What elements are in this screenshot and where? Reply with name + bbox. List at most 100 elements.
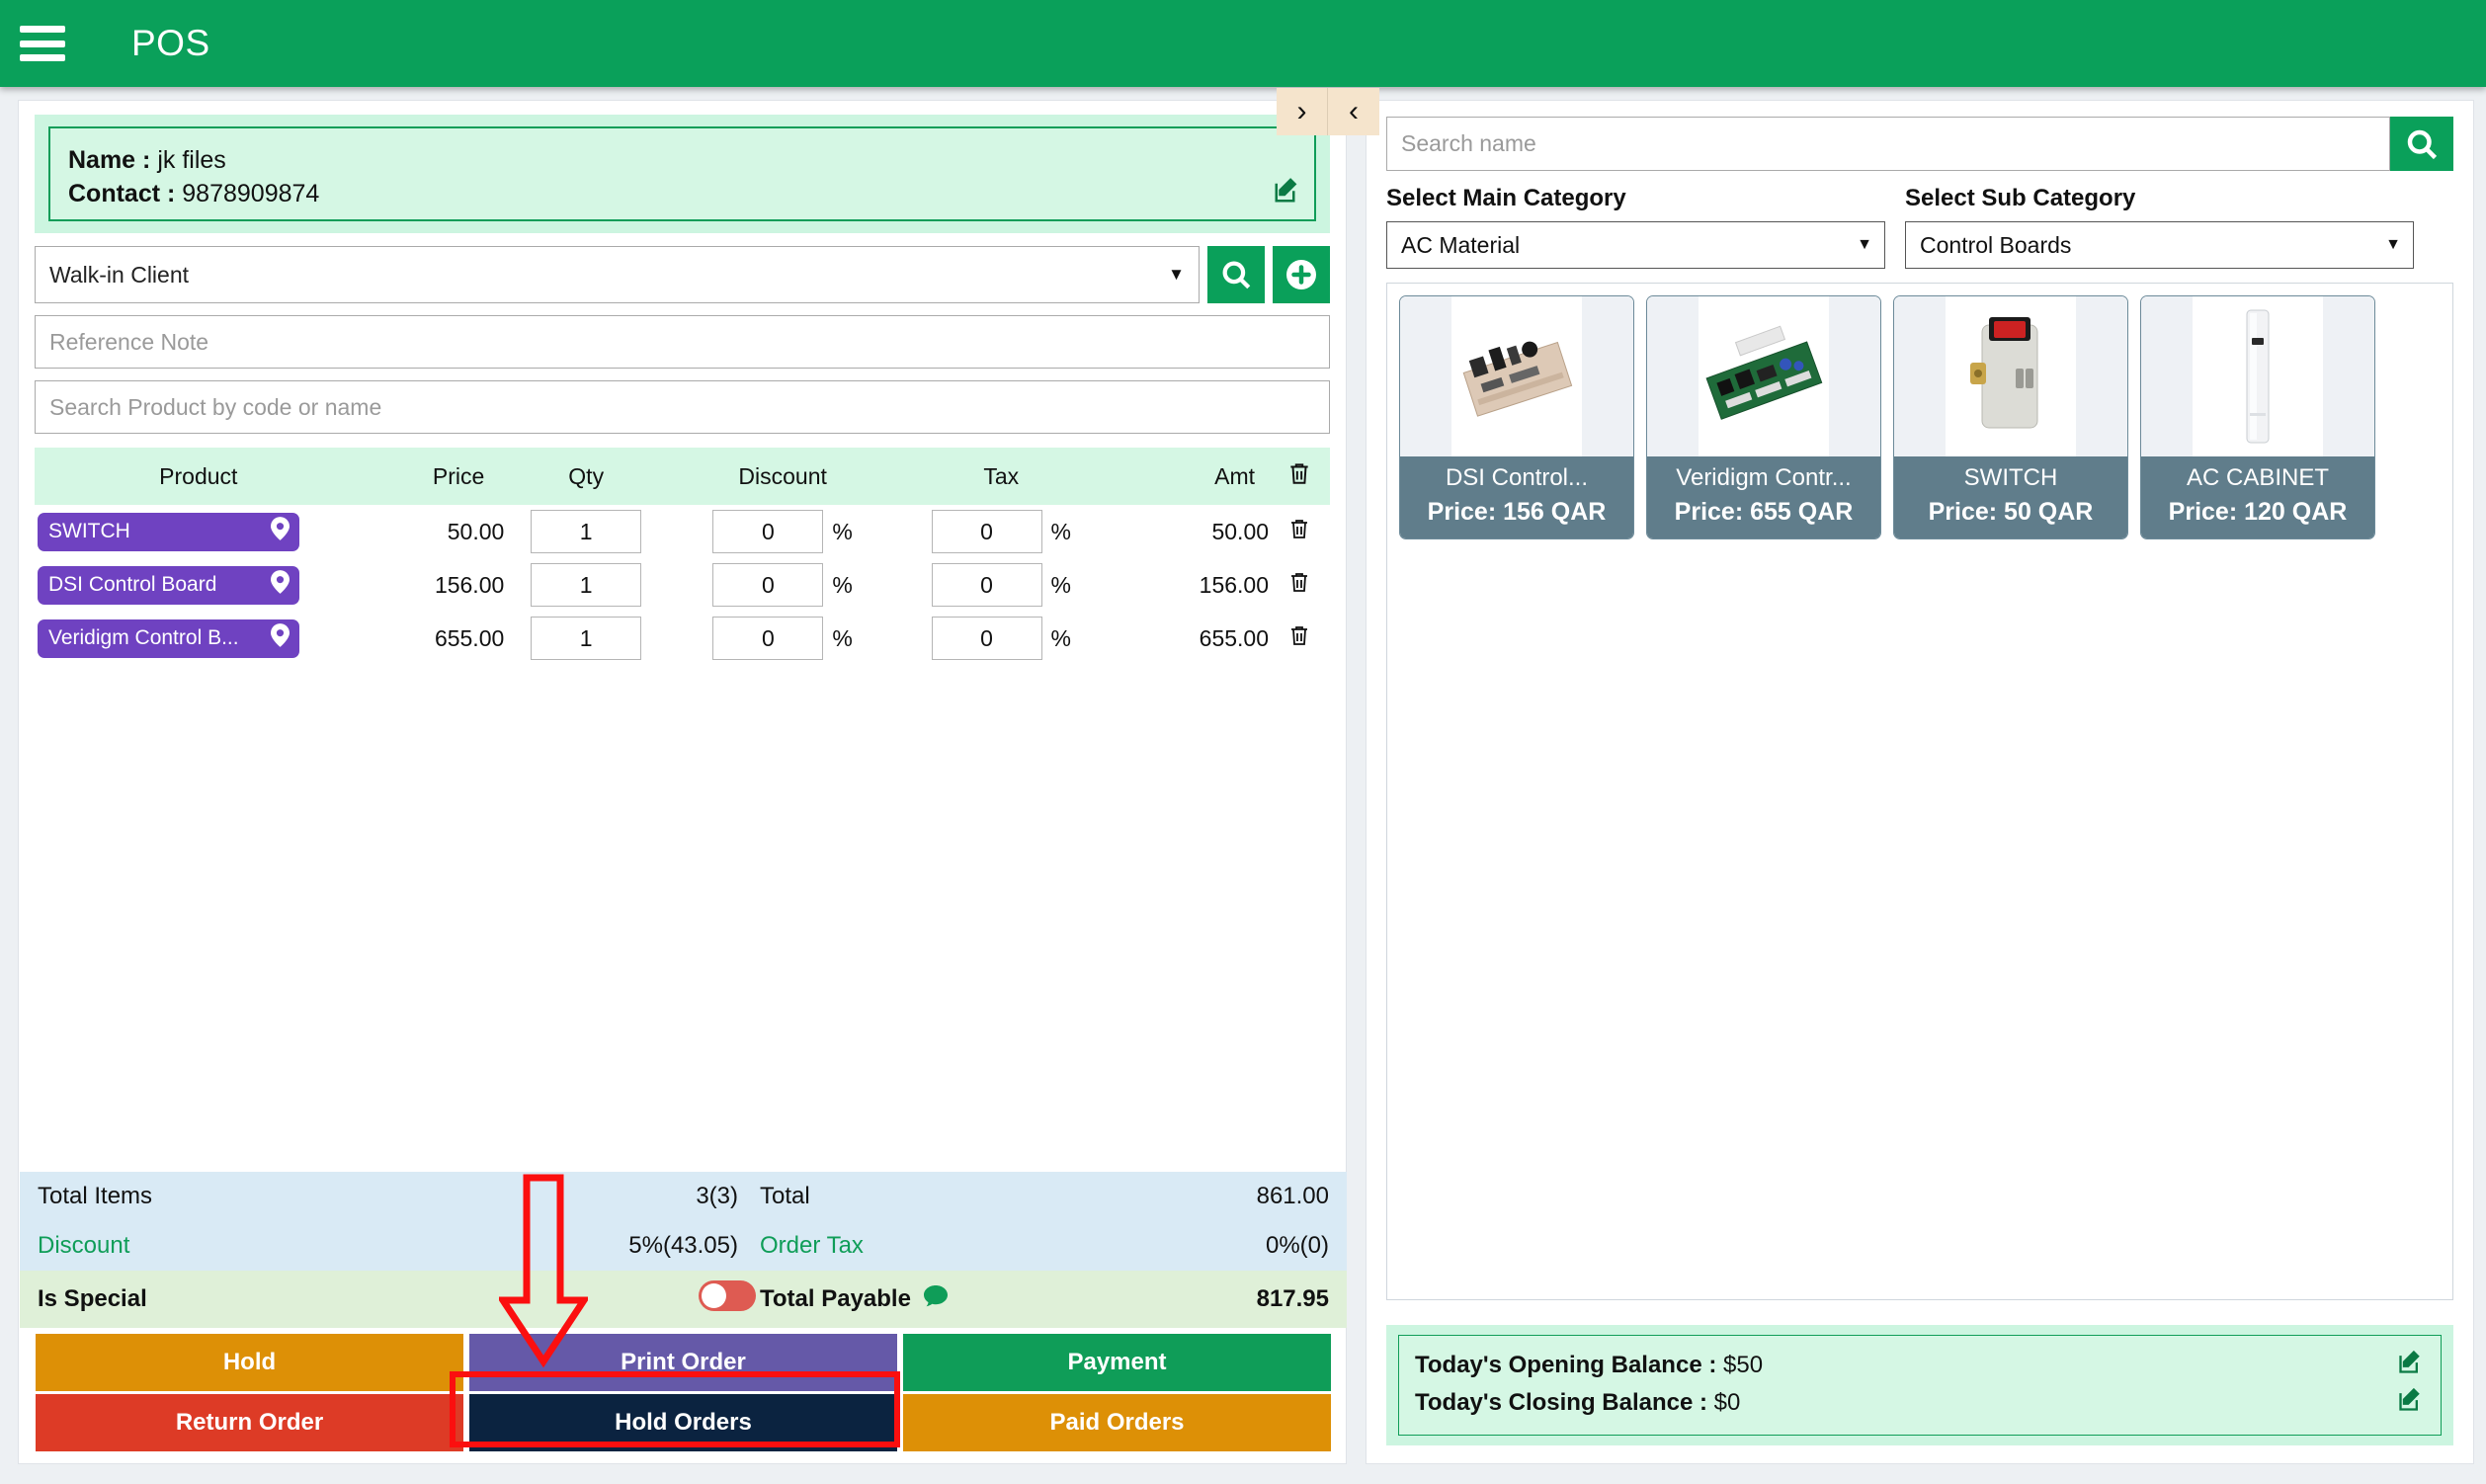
col-qty: Qty [504,448,669,505]
category-selects: AC Material ▼ Control Boards ▼ [1386,221,2453,269]
discount-input[interactable]: 0 [712,617,824,660]
main-category-value: AC Material [1401,231,1521,258]
chat-bubble-icon[interactable] [923,1284,949,1315]
cell-qty: 1 [504,612,668,665]
product-card[interactable]: SWITCH Price: 50 QAR [1893,295,2128,539]
customer-contact-label: Contact : [68,179,176,207]
rocker-switch-image [1894,296,2127,456]
location-pin-icon [271,517,290,546]
opening-balance-value: $50 [1723,1352,1764,1379]
hamburger-icon[interactable] [20,26,65,61]
page-title: POS [131,23,210,63]
client-select[interactable]: Walk-in Client ▼ [35,246,1200,303]
delete-row-icon[interactable] [1269,612,1330,665]
discount-unit: % [832,571,853,598]
cell-amount: 50.00 [1211,518,1270,544]
edit-icon[interactable] [2397,1348,2425,1385]
print-order-button[interactable]: Print Order [469,1334,897,1391]
location-pin-icon [271,570,290,600]
col-discount: Discount [668,448,898,505]
closing-balance-line: Today's Closing Balance : $0 [1415,1385,2425,1423]
sub-category-label: Select Sub Category [1905,185,2136,211]
customer-name-line: Name : jk files [68,144,1296,178]
delete-row-icon[interactable] [1269,505,1330,558]
customer-name-label: Name : [68,146,151,174]
return-order-button[interactable]: Return Order [36,1394,463,1451]
opening-balance-text: Today's Opening Balance : $50 [1415,1349,1763,1383]
discount-label[interactable]: Discount [20,1232,385,1260]
total-items-label: Total Items [38,1183,153,1209]
total-label: Total [760,1183,810,1209]
paid-orders-button[interactable]: Paid Orders [903,1394,1331,1451]
add-client-button[interactable] [1273,246,1330,303]
tax-unit: % [1050,624,1071,651]
product-card-meta: DSI Control... Price: 156 QAR [1400,456,1633,538]
chevron-left-icon[interactable]: ‹ [1328,88,1379,135]
delete-row-icon[interactable] [1269,558,1330,612]
product-card[interactable]: DSI Control... Price: 156 QAR [1399,295,1634,539]
balance-box: Today's Opening Balance : $50 Today's Cl… [1398,1334,2442,1436]
hold-orders-button[interactable]: Hold Orders [469,1394,897,1451]
cell-qty: 1 [504,558,668,612]
total-items-value: 3(3) [696,1183,738,1209]
delete-all-icon[interactable] [1269,448,1330,505]
is-special-label: Is Special [38,1285,147,1312]
product-search-input[interactable]: Search Product by code or name [35,380,1330,434]
product-card[interactable]: Veridigm Contr... Price: 655 QAR [1646,295,1881,539]
discount-input[interactable]: 0 [712,563,824,607]
chevron-down-icon: ▼ [1857,236,1872,253]
order-tax-label[interactable]: Order Tax [756,1232,1121,1260]
search-client-button[interactable] [1207,246,1265,303]
discount-value: 5%(43.05) [628,1232,738,1259]
chevron-down-icon: ▼ [2385,236,2401,253]
totals-row-discount: Discount 5%(43.05) Order Tax 0%(0) [20,1221,1347,1271]
product-tag[interactable]: DSI Control Board [38,565,299,605]
total-value: 861.00 [1256,1183,1329,1209]
product-card[interactable]: AC CABINET Price: 120 QAR [2140,295,2375,539]
tax-unit: % [1050,518,1071,544]
col-product: Product [35,448,363,505]
col-price: Price [362,448,505,505]
product-name: DSI Control Board [48,573,217,596]
is-special-toggle[interactable] [699,1280,756,1311]
chevron-right-icon[interactable]: › [1277,88,1328,135]
total-payable-cell: Total Payable [756,1284,1121,1315]
cell-tax: 0 % [897,558,1105,612]
category-labels: Select Main Category Select Sub Category [1386,185,2453,212]
product-tag[interactable]: SWITCH [38,512,299,551]
qty-input[interactable]: 1 [531,563,642,607]
main-category-label: Select Main Category [1386,185,1626,211]
sub-category-select[interactable]: Control Boards ▼ [1905,221,2414,269]
search-input[interactable]: Search name [1386,117,2390,171]
search-button[interactable] [2390,117,2453,171]
qty-input[interactable]: 1 [531,510,642,553]
order-tax-value: 0%(0) [1265,1232,1329,1259]
product-card-meta: SWITCH Price: 50 QAR [1894,456,2127,538]
product-card-name: Veridigm Contr... [1676,464,1852,491]
tax-input[interactable]: 0 [931,617,1042,660]
action-row-2: Return Order Hold Orders Paid Orders [36,1394,1331,1451]
customer-info-section: Name : jk files Contact : 9878909874 [35,115,1330,233]
location-pin-icon [271,623,290,653]
edit-icon[interactable] [2397,1385,2425,1423]
discount-input[interactable]: 0 [712,510,824,553]
hold-button[interactable]: Hold [36,1334,463,1391]
edit-icon[interactable] [1273,175,1302,211]
closing-balance-label: Today's Closing Balance : [1415,1389,1707,1417]
total-payable-label: Total Payable [760,1285,911,1312]
payment-button[interactable]: Payment [903,1334,1331,1391]
qty-input[interactable]: 1 [531,617,642,660]
action-row-1: Hold Print Order Payment [36,1334,1331,1391]
client-select-value: Walk-in Client [49,261,190,288]
product-name: SWITCH [48,520,130,542]
tax-input[interactable]: 0 [931,510,1042,553]
col-tax: Tax [897,448,1106,505]
green-circuit-board-image [1647,296,1880,456]
chevron-down-icon: ▼ [1168,265,1185,284]
product-tag[interactable]: Veridigm Control B... [38,618,299,658]
opening-balance-label: Today's Opening Balance : [1415,1352,1717,1379]
tax-input[interactable]: 0 [931,563,1042,607]
reference-note-input[interactable]: Reference Note [35,315,1330,369]
reference-note-placeholder: Reference Note [49,328,209,355]
main-category-select[interactable]: AC Material ▼ [1386,221,1885,269]
